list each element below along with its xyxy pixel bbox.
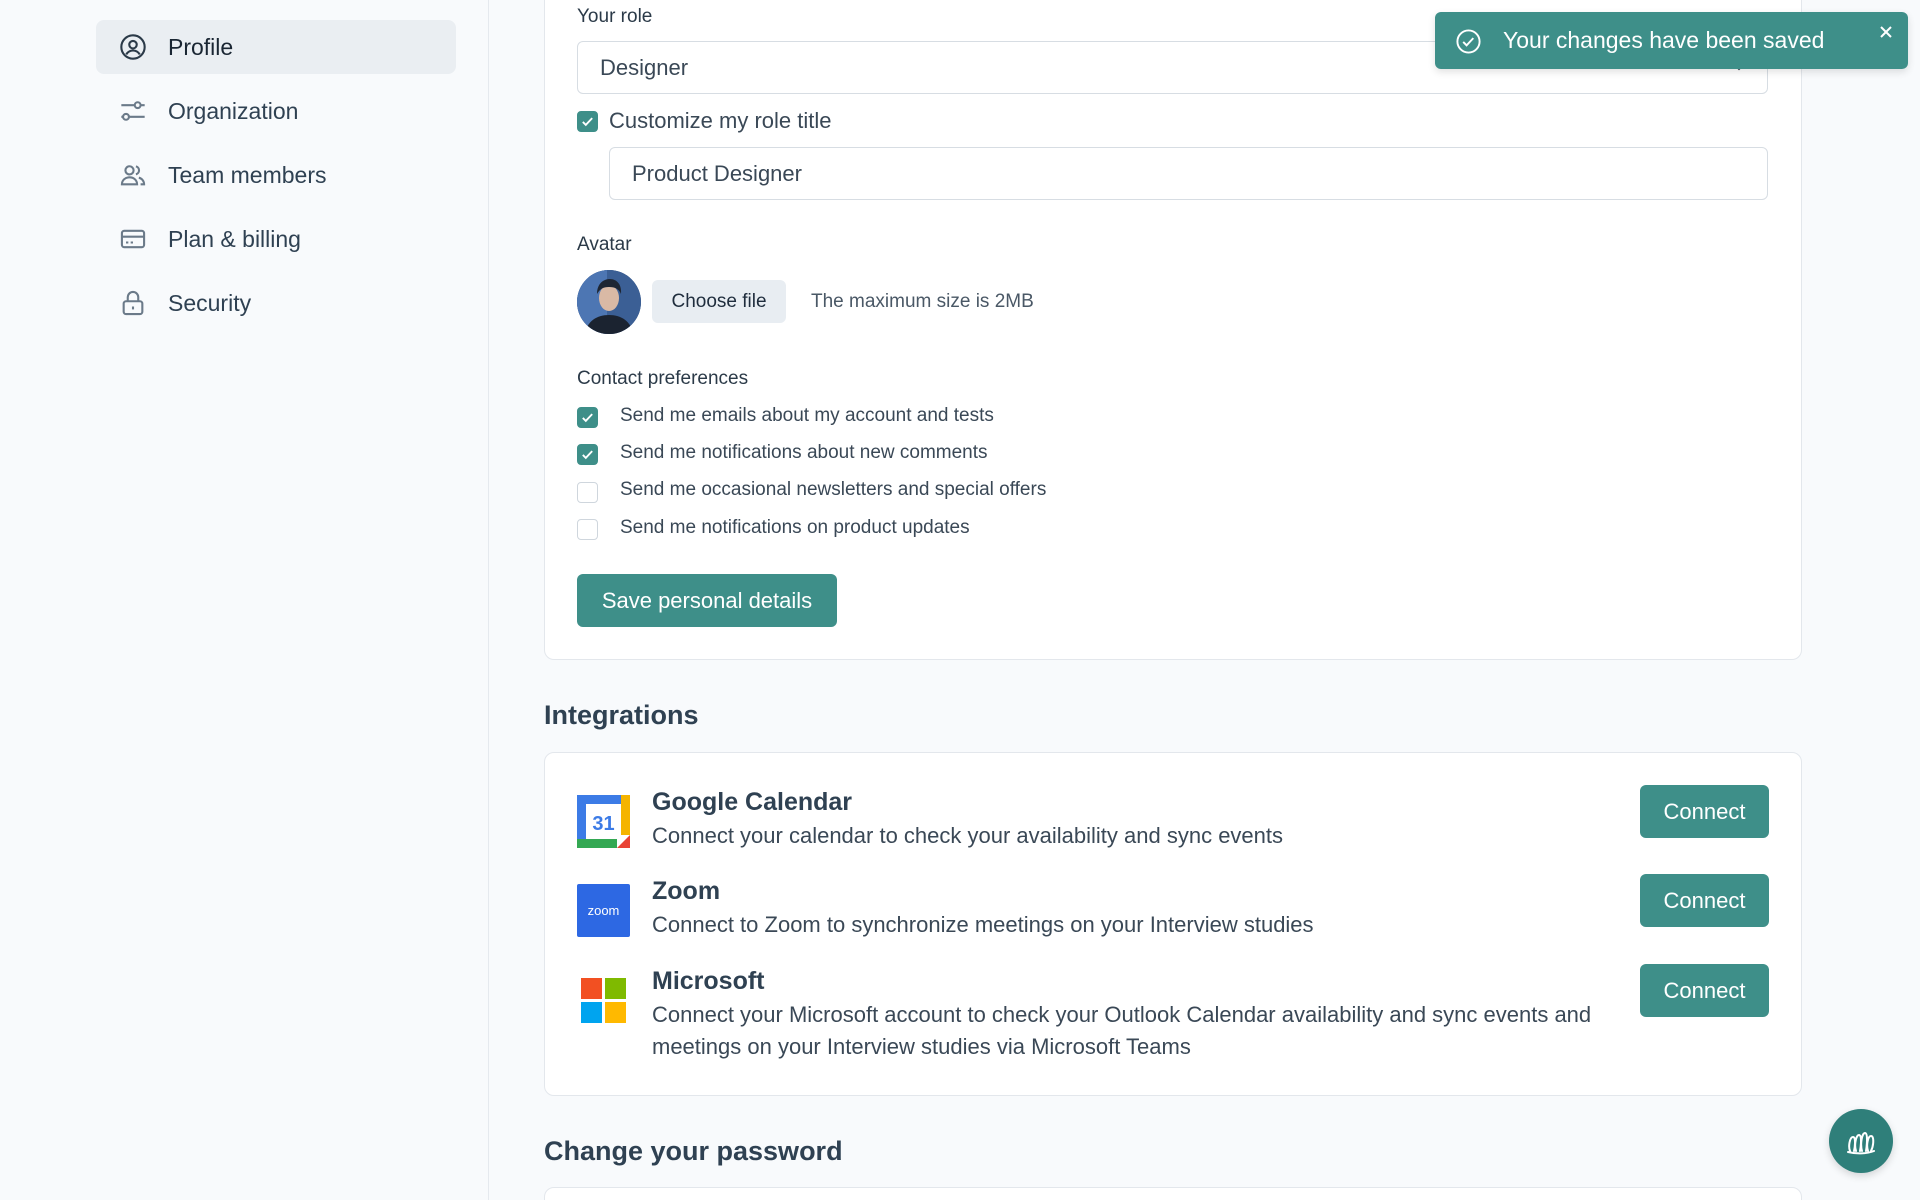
check-icon (582, 117, 593, 127)
integration-description: Connect to Zoom to synchronize meetings … (652, 912, 1314, 937)
toast-message: Your changes have been saved (1503, 27, 1825, 53)
users-icon (118, 160, 148, 190)
close-icon[interactable] (1876, 22, 1896, 42)
sidebar-item-label: Organization (168, 97, 299, 124)
contact-option-label: Send me notifications about new comments (620, 442, 988, 463)
contact-option-label: Send me occasional newsletters and speci… (620, 479, 1047, 500)
connect-microsoft-button[interactable]: Connect (1640, 964, 1769, 1017)
check-icon (582, 413, 593, 423)
sidebar-item-label: Plan & billing (168, 225, 301, 252)
avatar-size-hint: The maximum size is 2MB (811, 291, 1034, 312)
google-calendar-logo-text: 31 (592, 813, 614, 835)
integration-name: Google Calendar (652, 788, 853, 816)
sidebar-item-profile[interactable]: Profile (96, 20, 456, 74)
sidebar-item-label: Security (168, 289, 252, 316)
integration-description: Connect your Microsoft account to check … (652, 1002, 1592, 1059)
sidebar-item-team-members[interactable]: Team members (96, 148, 456, 202)
contact-option-checkbox[interactable] (577, 407, 598, 428)
role-title-value: Product Designer (632, 160, 802, 186)
customize-role-checkbox[interactable] (577, 111, 598, 132)
connect-zoom-button[interactable]: Connect (1640, 874, 1769, 927)
contact-option-label: Send me notifications on product updates (620, 517, 970, 538)
chat-logo-icon (1847, 1131, 1875, 1155)
sliders-icon (118, 96, 148, 126)
sidebar-item-plan-billing[interactable]: Plan & billing (96, 212, 456, 266)
integration-name: Microsoft (652, 967, 765, 995)
google-calendar-icon: 31 (577, 795, 630, 848)
integrations-card: 31 Google Calendar Connect your calendar… (544, 752, 1802, 1096)
save-personal-details-button[interactable]: Save personal details (577, 574, 837, 627)
change-password-title: Change your password (544, 1136, 843, 1166)
personal-details-card: Your role Designer Customize my role tit… (544, 0, 1802, 660)
settings-sidebar: Profile Organization Team members Plan &… (0, 0, 489, 1200)
check-circle-icon (1456, 29, 1481, 54)
sidebar-item-label: Profile (168, 33, 234, 60)
contact-option-checkbox[interactable] (577, 482, 598, 503)
contact-option-checkbox[interactable] (577, 519, 598, 540)
contact-option-checkbox[interactable] (577, 444, 598, 465)
check-icon (582, 450, 593, 460)
contact-preferences-label: Contact preferences (577, 368, 749, 389)
integrations-title: Integrations (544, 700, 699, 730)
role-title-input[interactable]: Product Designer (609, 147, 1768, 200)
lock-icon (118, 288, 148, 318)
zoom-logo-text: zoom (588, 903, 620, 918)
chat-support-button[interactable] (1829, 1109, 1893, 1173)
customize-role-label: Customize my role title (609, 108, 832, 133)
role-label: Your role (577, 6, 653, 27)
connect-google-calendar-button[interactable]: Connect (1640, 785, 1769, 838)
choose-file-button[interactable]: Choose file (652, 280, 786, 323)
zoom-icon: zoom (577, 884, 630, 937)
settings-nav: Profile Organization Team members Plan &… (96, 20, 456, 340)
change-password-card (544, 1187, 1802, 1200)
contact-option-label: Send me emails about my account and test… (620, 405, 994, 426)
role-select-value: Designer (600, 54, 689, 80)
sidebar-item-security[interactable]: Security (96, 276, 456, 330)
avatar (577, 270, 641, 334)
success-toast: Your changes have been saved (1435, 12, 1908, 69)
integration-description: Connect your calendar to check your avai… (652, 823, 1284, 848)
main-content: Your role Designer Customize my role tit… (489, 0, 1920, 1200)
integration-name: Zoom (652, 877, 721, 905)
avatar-label: Avatar (577, 234, 632, 255)
user-circle-icon (118, 32, 148, 62)
credit-card-icon (118, 224, 148, 254)
sidebar-item-label: Team members (168, 161, 327, 188)
sidebar-item-organization[interactable]: Organization (96, 84, 456, 138)
microsoft-icon (577, 974, 630, 1027)
